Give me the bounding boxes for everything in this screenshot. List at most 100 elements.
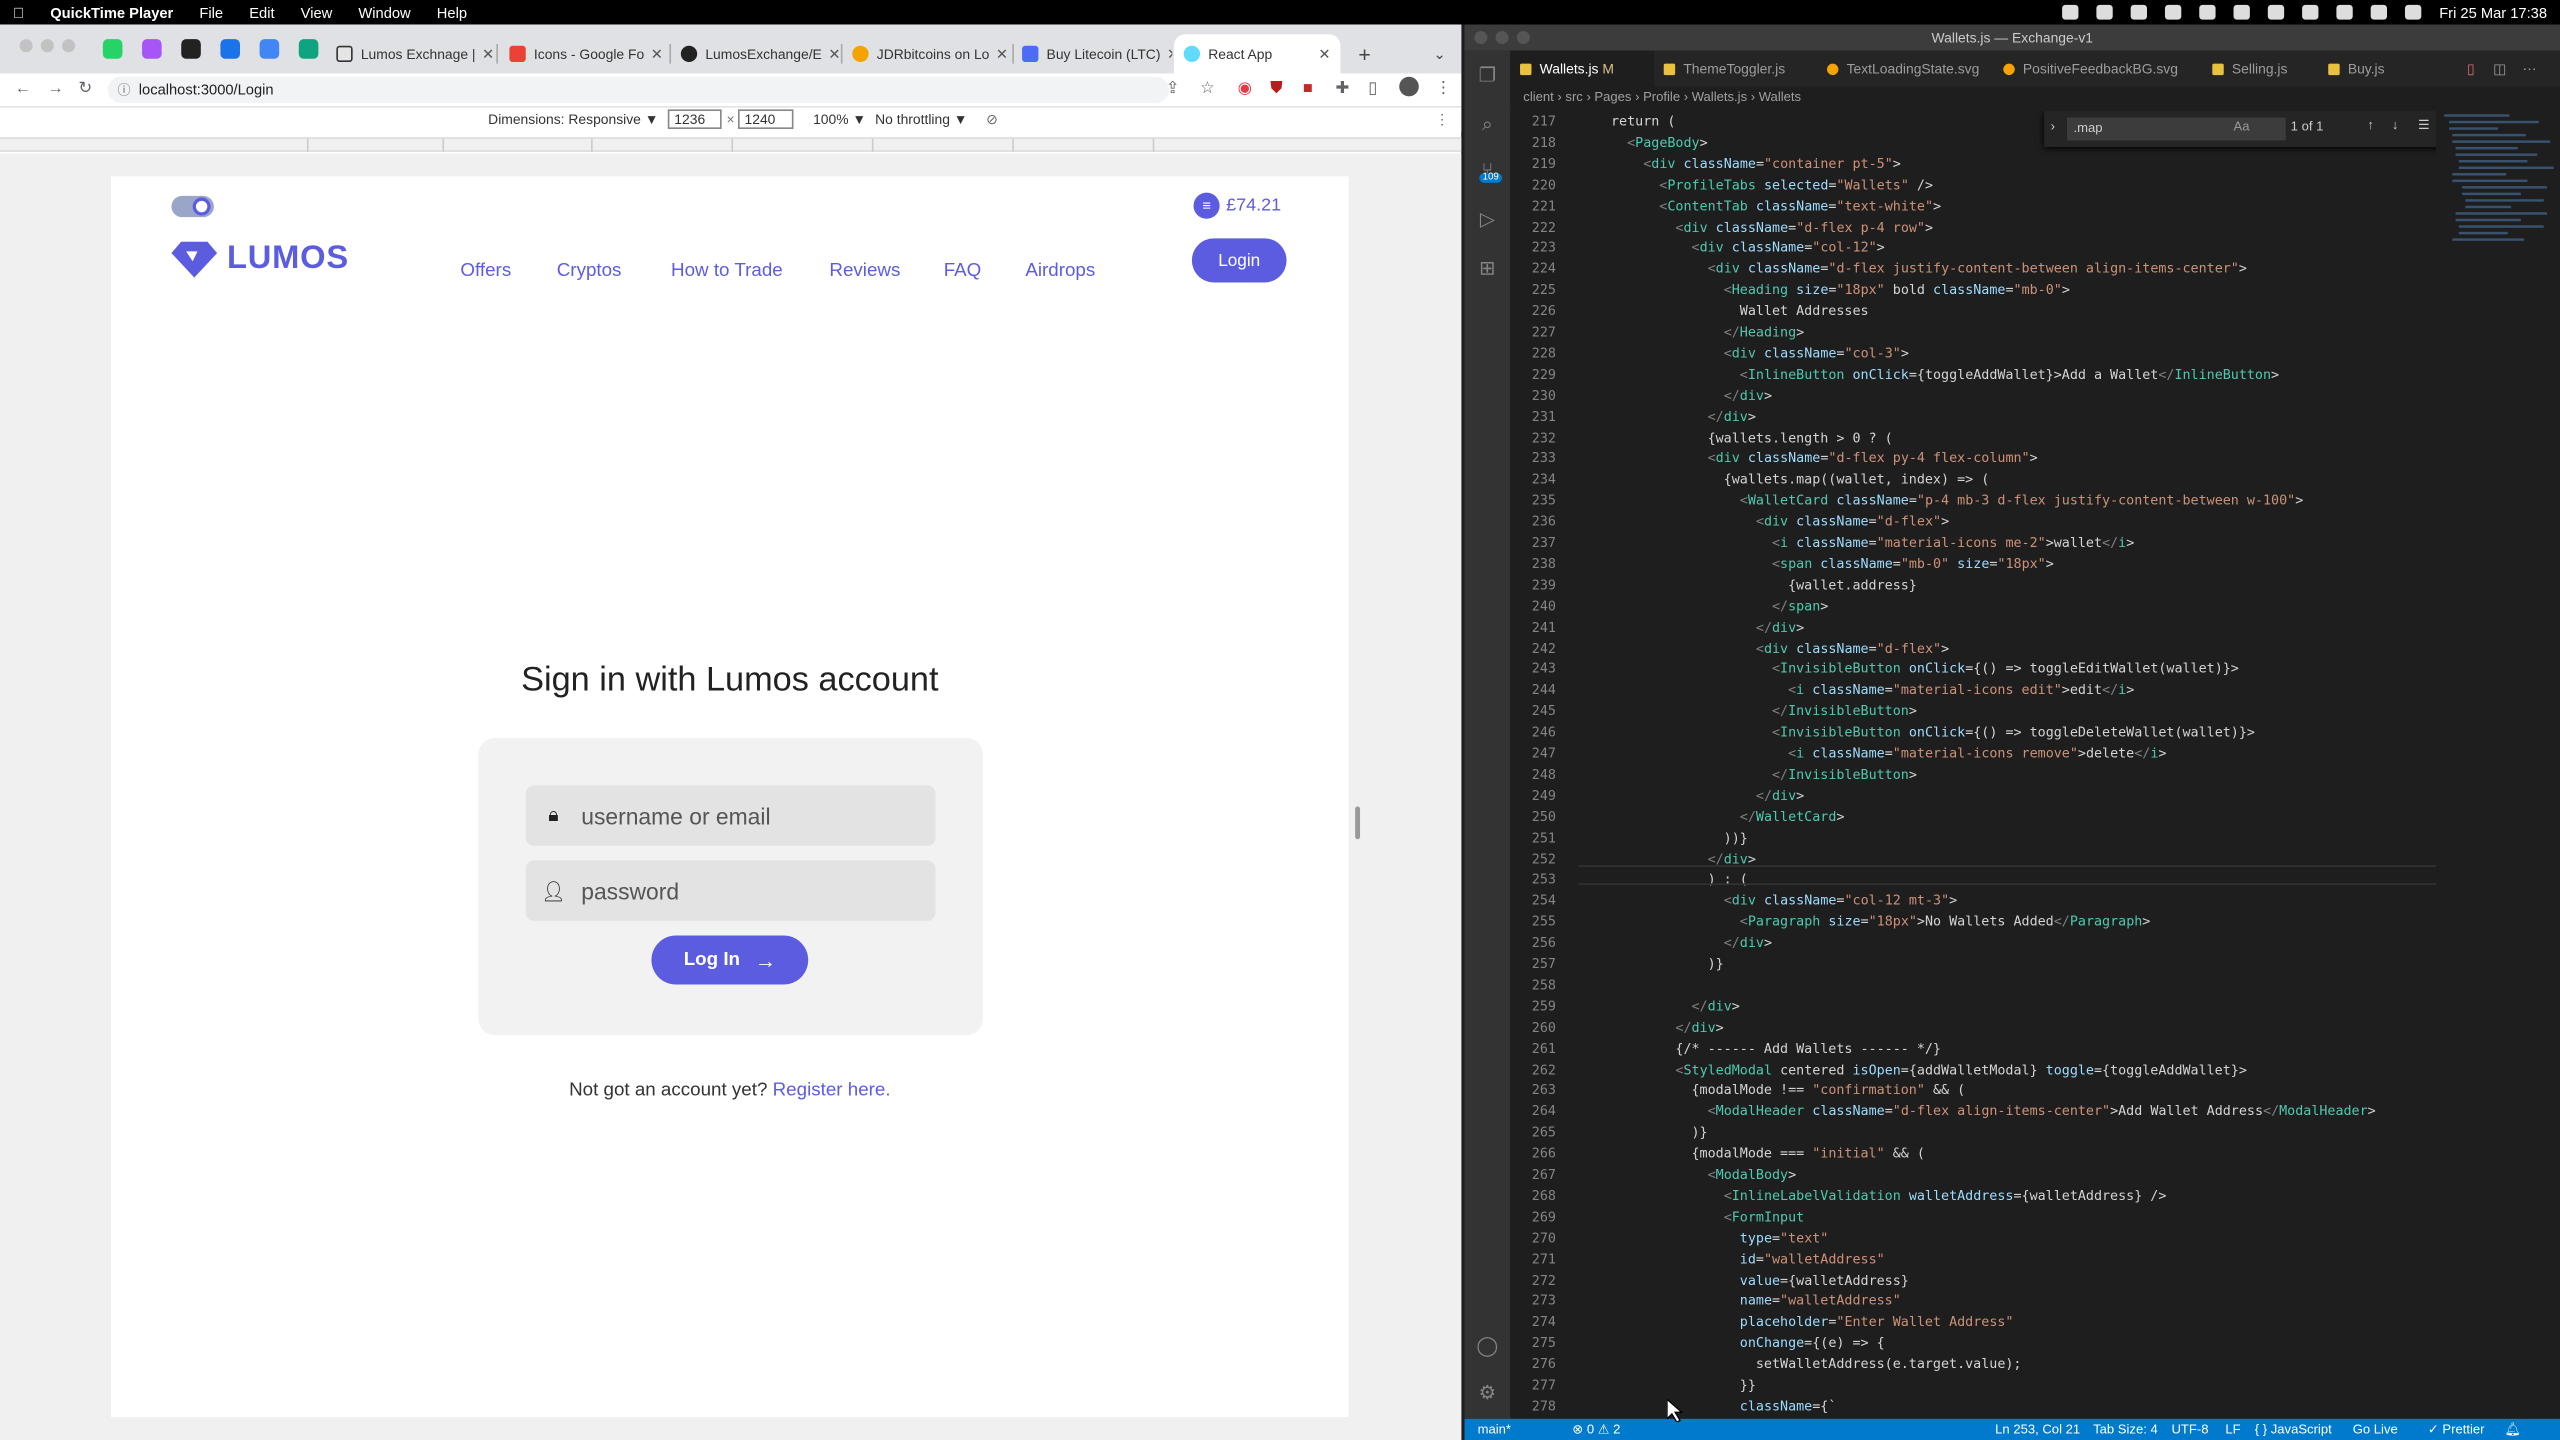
tab-search-icon[interactable]: ⌄ <box>1424 34 1456 73</box>
code-line[interactable]: </WalletCard> <box>1579 808 1845 824</box>
username-field[interactable]: 🔒︎ username or email <box>525 785 936 846</box>
chatgpt-pinned-tab[interactable] <box>298 39 319 59</box>
share-icon[interactable]: ⇪ <box>1166 80 1180 98</box>
code-line[interactable]: onChange={(e) => { <box>1579 1334 1885 1350</box>
close-window-button[interactable] <box>19 39 33 53</box>
viewport-width-input[interactable]: 1236 <box>667 109 722 129</box>
menu-view[interactable]: View <box>288 4 346 20</box>
account-icon[interactable]: ◯ <box>1476 1334 1499 1357</box>
whatsapp-pinned-tab[interactable] <box>102 39 123 59</box>
code-line[interactable]: {wallet.address} <box>1579 576 1917 592</box>
find-input[interactable]: .map <box>2066 117 2286 141</box>
end-of-line[interactable]: LF <box>2225 1422 2240 1437</box>
side-panel-icon[interactable]: ▯ <box>1368 80 1377 98</box>
code-line[interactable]: </div> <box>1579 934 1772 950</box>
menu-file[interactable]: File <box>186 4 236 20</box>
messenger-pinned-tab[interactable] <box>142 39 162 59</box>
code-line[interactable]: <span className="mb-0" size="18px"> <box>1579 555 2054 571</box>
code-line[interactable]: </div> <box>1579 997 1740 1013</box>
code-line[interactable]: <PageBody> <box>1579 134 1708 150</box>
rotate-icon[interactable]: ⊘ <box>986 111 998 129</box>
minimap[interactable] <box>2435 111 2560 1419</box>
code-line[interactable]: <StyledModal centered isOpen={addWalletM… <box>1579 1060 2246 1076</box>
dimensions-select[interactable]: Dimensions: Responsive ▼ <box>488 111 658 127</box>
menu-edit[interactable]: Edit <box>236 4 287 20</box>
login-submit-button[interactable]: Log In → <box>651 935 809 985</box>
error-lens-icon[interactable]: ▯ <box>2457 51 2484 87</box>
register-link[interactable]: Register here. <box>773 1081 891 1101</box>
tab-buy-litecoin[interactable]: Buy Litecoin (LTC)✕ <box>1012 34 1172 73</box>
sync-icon[interactable] <box>2130 4 2147 20</box>
more-menu-icon[interactable]: ⋮ <box>1435 80 1451 98</box>
app-pinned-tab[interactable] <box>220 39 241 59</box>
code-line[interactable]: <div className="d-flex p-4 row"> <box>1579 218 1933 234</box>
nav-how-to-trade[interactable]: How to Trade <box>671 261 783 281</box>
editor-tab-buy[interactable]: Buy.js <box>2318 51 2413 87</box>
previous-match-icon[interactable]: ↑ <box>2367 118 2374 133</box>
code-line[interactable]: <ModalBody> <box>1579 1166 1797 1182</box>
menu-clock[interactable]: Fri 25 Mar 17:38 <box>2439 4 2547 20</box>
code-line[interactable]: </div> <box>1579 850 1756 866</box>
code-line[interactable]: <InvisibleButton onClick={() => toggleEd… <box>1579 660 2239 676</box>
app-pinned-tab-2[interactable] <box>259 39 280 59</box>
nav-cryptos[interactable]: Cryptos <box>557 261 622 281</box>
viewport-height-input[interactable]: 1240 <box>737 109 794 129</box>
code-line[interactable]: </div> <box>1579 787 1804 803</box>
code-line[interactable]: </div> <box>1579 618 1804 634</box>
code-line[interactable]: <Paragraph size="18px">No Wallets Added<… <box>1579 913 2151 929</box>
code-line[interactable]: <div className="container pt-5"> <box>1579 155 1901 171</box>
clock-icon[interactable] <box>2164 4 2182 20</box>
code-line[interactable]: <ModalHeader className="d-flex align-ite… <box>1579 1103 2376 1119</box>
close-tab-icon[interactable]: ✕ <box>822 45 839 63</box>
code-line[interactable]: <div className="d-flex py-4 flex-column"… <box>1579 450 2038 466</box>
bookmark-star-icon[interactable]: ☆ <box>1200 80 1215 98</box>
code-line[interactable]: name="walletAddress" <box>1579 1292 1901 1308</box>
code-line[interactable]: </div> <box>1579 386 1772 402</box>
moon-icon[interactable] <box>2199 4 2216 20</box>
code-line[interactable]: <ContentTab className="text-white"> <box>1579 197 1941 213</box>
editor-tab-selling[interactable]: Selling.js <box>2203 51 2314 87</box>
devtools-more-icon[interactable]: ⋮ <box>1435 111 1449 129</box>
code-line[interactable]: </div> <box>1579 408 1756 424</box>
nav-offers[interactable]: Offers <box>460 261 511 281</box>
code-line[interactable]: <div className="col-3"> <box>1579 344 1909 360</box>
notifications-bell-icon[interactable]: 🔔︎ <box>2505 1422 2522 1437</box>
close-tab-icon[interactable]: ✕ <box>644 45 663 63</box>
media-query-ruler[interactable] <box>0 137 1462 152</box>
git-branch[interactable]: main* <box>1478 1422 1511 1437</box>
extensions-puzzle-icon[interactable]: ✚ <box>1336 80 1350 98</box>
toggle-replace-icon[interactable]: › <box>2051 119 2055 134</box>
code-line[interactable]: }} <box>1579 1376 1756 1392</box>
language-mode[interactable]: { } JavaScript <box>2255 1422 2332 1437</box>
wallet-balance[interactable]: ≡ £74.21 <box>1193 192 1281 219</box>
explorer-icon[interactable]: ❐ <box>1476 64 1499 87</box>
code-line[interactable]: )} <box>1579 955 1724 971</box>
code-line[interactable]: value={walletAddress} <box>1579 1271 1909 1287</box>
find-in-selection-icon[interactable]: ☰ <box>2418 118 2430 133</box>
minimize-window-button[interactable] <box>1495 31 1509 45</box>
nav-reviews[interactable]: Reviews <box>829 261 900 281</box>
cloud-icon[interactable] <box>2096 4 2113 20</box>
close-window-button[interactable] <box>1474 31 1488 45</box>
theme-toggle-knob[interactable] <box>192 197 211 216</box>
battery-icon[interactable] <box>2267 4 2285 20</box>
tab-jdrbitcoins[interactable]: JDRbitcoins on Lo ✕ <box>842 34 1010 73</box>
code-line[interactable]: <div className="d-flex"> <box>1579 513 1949 529</box>
volume-icon[interactable] <box>2302 4 2319 20</box>
close-tab-icon[interactable]: ✕ <box>1312 45 1330 63</box>
split-editor-icon[interactable]: ◫ <box>2483 51 2516 87</box>
editor-tab-textloadingstate[interactable]: TextLoadingState.svg <box>1817 51 1990 87</box>
code-line[interactable]: </InvisibleButton> <box>1579 702 1917 718</box>
code-line[interactable]: <WalletCard className="p-4 mb-3 d-flex j… <box>1579 492 2303 508</box>
nav-airdrops[interactable]: Airdrops <box>1025 261 1095 281</box>
nav-login-button[interactable]: Login <box>1191 238 1287 283</box>
play-icon[interactable] <box>2233 4 2250 20</box>
code-line[interactable]: <InvisibleButton onClick={() => toggleDe… <box>1579 723 2255 739</box>
zoom-select[interactable]: 100% ▼ <box>813 111 866 127</box>
problems-count[interactable]: ⊗ 0 ⚠ 2 <box>1572 1422 1620 1437</box>
control-center-icon[interactable] <box>2404 4 2422 20</box>
wifi-icon[interactable] <box>2336 4 2353 20</box>
tab-react-app[interactable]: React App ✕ <box>1173 34 1341 74</box>
editor-tab-wallets[interactable]: Wallets.js M <box>1510 50 1654 87</box>
code-line[interactable]: <i className="material-icons me-2">walle… <box>1579 534 2134 550</box>
